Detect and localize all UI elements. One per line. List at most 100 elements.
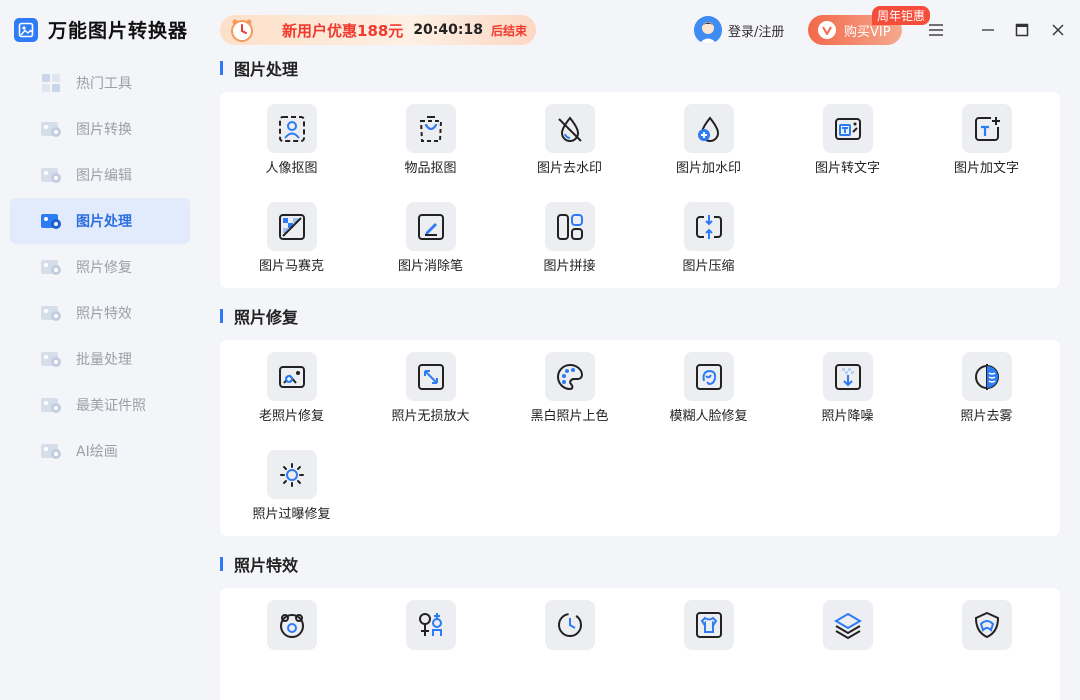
tool-tshirt[interactable] — [639, 588, 778, 672]
login-button[interactable]: 登录/注册 — [694, 16, 784, 44]
tool-gender[interactable] — [361, 588, 500, 672]
image-edit-icon — [40, 165, 62, 185]
tool-bear-face[interactable] — [222, 588, 361, 672]
sidebar-item-label: 热门工具 — [76, 76, 132, 92]
tool-face-repair[interactable]: 模糊人脸修复 — [639, 340, 778, 424]
tool-label: 图片消除笔 — [397, 259, 463, 274]
tool-remove-watermark[interactable]: 图片去水印 — [500, 92, 639, 176]
avatar-icon — [694, 16, 722, 44]
promo-end-label: 后结束 — [490, 23, 527, 38]
tool-collage[interactable]: 图片拼接 — [500, 190, 639, 274]
add-text-icon — [961, 104, 1012, 153]
sidebar-item-label: 批量处理 — [76, 352, 132, 368]
section-title-text: 照片特效 — [234, 556, 299, 575]
sidebar-item-3[interactable]: 图片处理 — [10, 198, 190, 244]
sidebar-item-label: 图片编辑 — [76, 168, 132, 184]
collage-icon — [544, 202, 595, 251]
minimize-icon[interactable] — [976, 18, 1000, 42]
menu-icon[interactable] — [924, 18, 948, 42]
section-title-text: 图片处理 — [234, 60, 299, 79]
image-process-icon — [40, 211, 62, 231]
tool-label: 图片去水印 — [536, 161, 602, 176]
tool-card — [220, 588, 1060, 700]
tool-overexposure[interactable]: 照片过曝修复 — [222, 438, 361, 522]
layers-icon — [822, 600, 873, 650]
tool-card: 老照片修复 照片无损放大 黑白照片上色 模糊人脸修复 照片降噪 照片去雾照片过曝修复 — [220, 340, 1060, 536]
sidebar-item-label: 照片修复 — [76, 260, 132, 276]
app-logo-row: 万能图片转换器 — [14, 16, 188, 43]
ai-paint-icon — [40, 441, 62, 461]
tool-label: 图片加文字 — [953, 161, 1019, 176]
tool-label: 模糊人脸修复 — [669, 409, 748, 424]
sidebar-item-2[interactable]: 图片编辑 — [10, 152, 190, 198]
overexposure-icon — [266, 450, 317, 499]
gender-icon — [405, 600, 456, 650]
tool-enlarge[interactable]: 照片无损放大 — [361, 340, 500, 424]
tool-palette[interactable]: 黑白照片上色 — [500, 340, 639, 424]
tool-label: 图片拼接 — [543, 259, 596, 274]
promo-text: 新用户优惠188元 — [282, 21, 404, 40]
tool-compress[interactable]: 图片压缩 — [639, 190, 778, 274]
section-title-text: 照片修复 — [234, 308, 299, 327]
tool-old-photo[interactable]: 老照片修复 — [222, 340, 361, 424]
sidebar-item-5[interactable]: 照片特效 — [10, 290, 190, 336]
sidebar-item-1[interactable]: 图片转换 — [10, 106, 190, 152]
app-title: 万能图片转换器 — [48, 20, 189, 42]
tool-eraser-pen[interactable]: 图片消除笔 — [361, 190, 500, 274]
promo-banner[interactable]: 新用户优惠188元 20:40:18 后结束 — [220, 15, 536, 45]
sidebar-item-4[interactable]: 照片修复 — [10, 244, 190, 290]
alarm-clock-icon — [226, 15, 258, 45]
vip-promo-badge: 周年钜惠 — [872, 6, 931, 25]
tool-defog[interactable]: 照片去雾 — [917, 340, 1056, 424]
top-bar: 新用户优惠188元 20:40:18 后结束 登录/注册 购买VIP 周年钜惠 — [200, 0, 1080, 58]
face-repair-icon — [683, 352, 734, 401]
tool-label: 照片降噪 — [821, 409, 874, 424]
section-title: 图片处理 — [220, 58, 299, 79]
section-accent-bar — [220, 309, 223, 323]
tool-layers[interactable] — [778, 588, 917, 672]
enlarge-icon — [405, 352, 456, 401]
maximize-icon[interactable] — [1010, 18, 1034, 42]
tool-hair[interactable] — [917, 588, 1056, 672]
section-title: 照片特效 — [220, 554, 299, 575]
batch-icon — [40, 349, 62, 369]
image-to-text-icon — [822, 104, 873, 153]
sidebar-item-6[interactable]: 批量处理 — [10, 336, 190, 382]
close-icon[interactable] — [1046, 18, 1070, 42]
id-photo-icon — [40, 395, 62, 415]
sidebar-item-label: AI绘画 — [76, 444, 118, 460]
sidebar-item-8[interactable]: AI绘画 — [10, 428, 190, 474]
sidebar-item-label: 图片转换 — [76, 122, 132, 138]
tool-label: 图片转文字 — [814, 161, 880, 176]
main-content: 图片处理人像抠图 物品抠图 图片去水印 图片加水印 图片转文字 图片加文字图片马赛克 图片消… — [200, 58, 1080, 700]
sidebar-item-label: 最美证件照 — [76, 398, 146, 414]
tool-denoise[interactable]: 照片降噪 — [778, 340, 917, 424]
tool-object-cutout[interactable]: 物品抠图 — [361, 92, 500, 176]
old-photo-icon — [266, 352, 317, 401]
sidebar-item-7[interactable]: 最美证件照 — [10, 382, 190, 428]
tool-label: 物品抠图 — [404, 161, 457, 176]
denoise-icon — [822, 352, 873, 401]
tool-label: 黑白照片上色 — [530, 409, 609, 424]
sidebar: 万能图片转换器 热门工具图片转换图片编辑图片处理照片修复照片特效批量处理最美证件… — [0, 0, 200, 700]
grid-icon — [40, 73, 62, 93]
promo-countdown: 20:40:18 — [413, 22, 483, 38]
tool-age-clock[interactable] — [500, 588, 639, 672]
sidebar-nav: 热门工具图片转换图片编辑图片处理照片修复照片特效批量处理最美证件照 AI绘画 — [10, 60, 190, 474]
tool-label: 照片过曝修复 — [252, 507, 331, 522]
tool-image-to-text[interactable]: 图片转文字 — [778, 92, 917, 176]
tool-add-watermark[interactable]: 图片加水印 — [639, 92, 778, 176]
tshirt-icon — [683, 600, 734, 650]
tool-add-text[interactable]: 图片加文字 — [917, 92, 1056, 176]
sidebar-item-0[interactable]: 热门工具 — [10, 60, 190, 106]
tool-card: 人像抠图 物品抠图 图片去水印 图片加水印 图片转文字 图片加文字图片马赛克 图片消除笔 图片… — [220, 92, 1060, 288]
tool-label: 人像抠图 — [265, 161, 318, 176]
photo-repair-icon — [40, 257, 62, 277]
mosaic-icon — [266, 202, 317, 251]
tool-label: 老照片修复 — [258, 409, 324, 424]
compress-icon — [683, 202, 734, 251]
tool-mosaic[interactable]: 图片马赛克 — [222, 190, 361, 274]
tool-portrait-cutout[interactable]: 人像抠图 — [222, 92, 361, 176]
hair-icon — [961, 600, 1012, 650]
image-convert-icon — [40, 119, 62, 139]
